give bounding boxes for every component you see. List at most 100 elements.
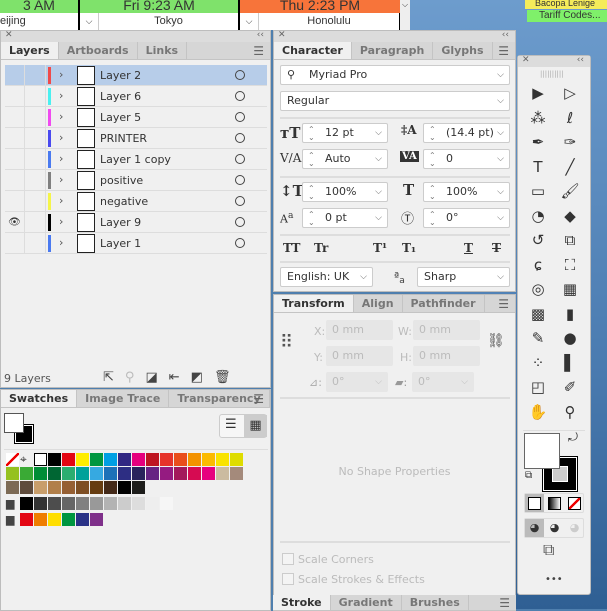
swatch[interactable] xyxy=(76,497,89,510)
superscript-button[interactable]: T¹ xyxy=(373,241,387,255)
swap-fill-stroke-icon[interactable]: ⤾ xyxy=(568,430,578,445)
new-sublayer-icon[interactable]: ⇤ xyxy=(169,370,191,385)
swatch[interactable] xyxy=(132,481,145,494)
visibility-toggle[interactable] xyxy=(5,170,25,191)
swatch[interactable] xyxy=(20,497,33,510)
target-icon[interactable] xyxy=(235,112,245,122)
shear-field[interactable]: 0° ⌵ xyxy=(412,372,474,392)
rectangle-tool[interactable]: ▭ xyxy=(526,180,550,202)
vertical-scale-field[interactable]: ⌃ ⌄ 100% ⌵ xyxy=(302,182,388,202)
h-field[interactable]: 0 mm xyxy=(413,346,480,366)
leading-field[interactable]: ⌃ ⌄ (14.4 pt) ⌵ xyxy=(423,123,510,143)
collapse-icon[interactable]: ‹‹ xyxy=(502,30,509,40)
export-icon[interactable]: ⇱ xyxy=(103,370,125,385)
expand-arrow-icon[interactable]: › xyxy=(59,131,63,144)
reference-point-icon[interactable]: ⠿ xyxy=(280,332,293,353)
sticky-note-bacopa[interactable]: Bacopa Lenige xyxy=(525,0,607,9)
visibility-toggle[interactable] xyxy=(5,65,25,86)
visibility-toggle[interactable] xyxy=(5,128,25,149)
expand-arrow-icon[interactable]: › xyxy=(59,89,63,102)
tab-swatches[interactable]: Swatches xyxy=(1,390,78,407)
lock-toggle[interactable] xyxy=(26,65,46,86)
swatch[interactable] xyxy=(188,467,201,480)
swatch[interactable] xyxy=(48,453,61,466)
swatch[interactable] xyxy=(104,467,117,480)
none-button[interactable] xyxy=(568,497,581,510)
make-clipping-mask-icon[interactable]: ◪ xyxy=(145,370,168,385)
swatch[interactable] xyxy=(132,453,145,466)
swatch[interactable] xyxy=(20,467,33,480)
layer-row[interactable]: › Layer 6 xyxy=(5,86,267,107)
screen-mode-icon[interactable]: ⧉ xyxy=(543,540,554,560)
swatch[interactable] xyxy=(104,453,117,466)
close-icon[interactable]: ✕ xyxy=(278,30,286,40)
swatch[interactable] xyxy=(48,467,61,480)
eraser-tool[interactable]: ◆ xyxy=(558,205,582,227)
line-tool[interactable]: ╱ xyxy=(558,156,582,178)
curvature-tool[interactable]: ✑ xyxy=(558,131,582,153)
swatch[interactable] xyxy=(146,453,159,466)
lock-toggle[interactable] xyxy=(26,191,46,212)
visibility-toggle[interactable] xyxy=(5,233,25,254)
layer-name[interactable]: positive xyxy=(100,174,143,187)
target-icon[interactable] xyxy=(235,238,245,248)
swatch[interactable] xyxy=(62,513,75,526)
swatch[interactable] xyxy=(62,467,75,480)
tab-align[interactable]: Align xyxy=(354,295,403,312)
eye-icon[interactable]: 👁 xyxy=(5,212,25,233)
expand-arrow-icon[interactable]: › xyxy=(59,152,63,165)
type-tool[interactable]: T xyxy=(526,156,550,178)
x-field[interactable]: 0 mm xyxy=(326,320,393,340)
folder-icon[interactable]: ▆ xyxy=(6,497,19,510)
swatch[interactable] xyxy=(132,467,145,480)
swatch[interactable] xyxy=(188,453,201,466)
tab-links[interactable]: Links xyxy=(138,42,188,59)
eyedropper-tool[interactable]: ✎ xyxy=(526,327,550,349)
expand-arrow-icon[interactable]: › xyxy=(59,173,63,186)
swatch[interactable] xyxy=(76,467,89,480)
swatch[interactable] xyxy=(146,497,159,510)
blend-tool[interactable]: ● xyxy=(558,327,582,349)
visibility-toggle[interactable] xyxy=(5,86,25,107)
swatch[interactable] xyxy=(230,453,243,466)
tab-brushes[interactable]: Brushes xyxy=(402,595,469,610)
close-icon[interactable]: ✕ xyxy=(5,30,13,40)
scale-corners-checkbox[interactable] xyxy=(282,553,294,565)
locate-object-icon[interactable]: ⚲ xyxy=(125,370,146,385)
hand-tool[interactable]: ✋ xyxy=(526,401,550,423)
font-family-field[interactable]: ⚲ Myriad Pro ⌵ xyxy=(280,65,510,85)
tab-image-trace[interactable]: Image Trace xyxy=(77,390,170,407)
target-icon[interactable] xyxy=(235,154,245,164)
tab-pathfinder[interactable]: Pathfinder xyxy=(403,295,485,312)
swatch[interactable] xyxy=(230,467,243,480)
swatch[interactable] xyxy=(6,481,19,494)
tab-stroke[interactable]: Stroke xyxy=(273,595,331,610)
mesh-tool[interactable]: ▩ xyxy=(526,303,550,325)
collapse-icon[interactable]: ‹‹ xyxy=(577,55,584,65)
tab-layers[interactable]: Layers xyxy=(1,42,59,59)
swatch[interactable] xyxy=(104,481,117,494)
lock-toggle[interactable] xyxy=(26,170,46,191)
expand-arrow-icon[interactable]: › xyxy=(59,236,63,249)
symbol-sprayer-tool[interactable]: ⁘ xyxy=(526,352,550,374)
tab-gradient[interactable]: Gradient xyxy=(331,595,402,610)
scale-strokes-checkbox[interactable] xyxy=(282,573,294,585)
lock-toggle[interactable] xyxy=(26,212,46,233)
tab-character[interactable]: Character xyxy=(274,42,352,59)
constrain-proportions-icon[interactable]: ⛓ xyxy=(487,333,505,349)
y-field[interactable]: 0 mm xyxy=(326,346,393,366)
subscript-button[interactable]: T₁ xyxy=(402,241,416,255)
swatch[interactable] xyxy=(34,481,47,494)
swatch[interactable] xyxy=(34,497,47,510)
language-dropdown[interactable]: English: UK ⌵ xyxy=(280,267,373,287)
expand-arrow-icon[interactable]: › xyxy=(59,215,63,228)
layer-row[interactable]: › PRINTER xyxy=(5,128,267,149)
sticky-note-tariff[interactable]: Tariff Codes... xyxy=(527,10,607,22)
swatch[interactable] xyxy=(118,453,131,466)
swatch[interactable] xyxy=(90,453,103,466)
swatch[interactable] xyxy=(90,467,103,480)
layer-row[interactable]: 👁 › Layer 9 xyxy=(5,212,267,233)
free-transform-tool[interactable]: ⛶ xyxy=(558,254,582,276)
swatch[interactable] xyxy=(160,467,173,480)
swatch[interactable] xyxy=(34,453,47,466)
